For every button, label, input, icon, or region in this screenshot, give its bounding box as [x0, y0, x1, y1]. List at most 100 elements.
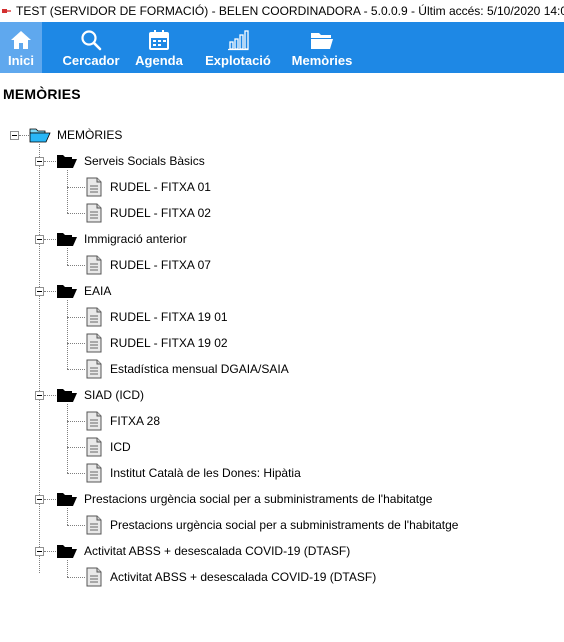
- tree-line: [44, 291, 56, 292]
- document-icon: [86, 203, 102, 223]
- tree-folder-node[interactable]: Serveis Socials Bàsics: [56, 148, 205, 174]
- tree-folder-label: SIAD (ICD): [84, 388, 144, 402]
- document-icon: [86, 333, 102, 353]
- tree-document-node[interactable]: Activitat ABSS + desescalada COVID-19 (D…: [86, 564, 376, 590]
- tree-document-node[interactable]: Prestacions urgència social per a submin…: [86, 512, 458, 538]
- cercador-button[interactable]: Cercador: [60, 22, 122, 73]
- tree-document-label: Prestacions urgència social per a submin…: [110, 518, 459, 532]
- memories-button[interactable]: Memòries: [286, 22, 358, 73]
- document-icon: [86, 411, 102, 431]
- tree-line: [67, 343, 85, 344]
- open-folder-icon: [57, 389, 77, 402]
- open-folder-icon: [57, 285, 77, 298]
- tree-folder-node[interactable]: Activitat ABSS + desescalada COVID-19 (D…: [56, 538, 350, 564]
- collapse-toggle-root[interactable]: [10, 131, 19, 140]
- tree-line: [67, 404, 68, 473]
- tree-document-label: Activitat ABSS + desescalada COVID-19 (D…: [110, 570, 377, 584]
- tree-line: [67, 317, 85, 318]
- home-icon: [9, 28, 33, 52]
- tree-folder-label: Immigració anterior: [84, 232, 187, 246]
- open-folder-icon: [57, 155, 77, 168]
- collapse-toggle-group[interactable]: [35, 287, 44, 296]
- open-folder-icon: [57, 233, 77, 246]
- agenda-label: Agenda: [135, 53, 183, 68]
- tree-line: [67, 473, 85, 474]
- cercador-label: Cercador: [62, 53, 120, 68]
- tree-line: [67, 369, 85, 370]
- app-icon: [2, 7, 12, 15]
- tree-document-label: ICD: [110, 440, 131, 454]
- open-folder-icon: [57, 545, 77, 558]
- folder-icon: [310, 28, 334, 52]
- tree-document-node[interactable]: Estadística mensual DGAIA/SAIA: [86, 356, 289, 382]
- document-icon: [86, 359, 102, 379]
- tree-folder-node[interactable]: Immigració anterior: [56, 226, 187, 252]
- document-icon: [86, 567, 102, 587]
- tree-root-label: MEMÒRIES: [57, 128, 123, 142]
- tree-line-root: [39, 144, 40, 573]
- open-folder-icon: [29, 128, 51, 143]
- document-icon: [86, 177, 102, 197]
- tree-document-label: FITXA 28: [110, 414, 161, 428]
- explotacio-button[interactable]: Explotació: [202, 22, 274, 73]
- tree-document-label: RUDEL - FITXA 02: [110, 206, 211, 220]
- calendar-icon: [147, 28, 171, 52]
- tree-line: [44, 239, 56, 240]
- tree-folder-label: Serveis Socials Bàsics: [84, 154, 205, 168]
- memories-tree: MEMÒRIES Serveis Socials Bàsics RUDEL - …: [0, 122, 564, 602]
- collapse-toggle-group[interactable]: [35, 235, 44, 244]
- tree-document-node[interactable]: RUDEL - FITXA 02: [86, 200, 211, 226]
- tree-line: [44, 551, 56, 552]
- tree-document-node[interactable]: RUDEL - FITXA 19 02: [86, 330, 228, 356]
- tree-line: [44, 161, 56, 162]
- main-toolbar: Inici Cercador Agenda Explotació Memòrie…: [0, 22, 564, 73]
- tree-line: [67, 525, 85, 526]
- tree-document-label: RUDEL - FITXA 19 01: [110, 310, 228, 324]
- inici-label: Inici: [7, 53, 34, 68]
- title-bar: TEST (SERVIDOR DE FORMACIÓ) - BELEN COOR…: [0, 0, 564, 22]
- tree-folder-label: Activitat ABSS + desescalada COVID-19 (D…: [84, 544, 351, 558]
- tree-document-label: RUDEL - FITXA 19 02: [110, 336, 228, 350]
- tree-document-node[interactable]: ICD: [86, 434, 131, 460]
- tree-line: [67, 577, 85, 578]
- tree-document-label: Estadística mensual DGAIA/SAIA: [110, 362, 289, 376]
- collapse-toggle-group[interactable]: [35, 157, 44, 166]
- window-title: TEST (SERVIDOR DE FORMACIÓ) - BELEN COOR…: [16, 4, 564, 18]
- tree-line: [44, 395, 56, 396]
- tree-line: [67, 300, 68, 369]
- tree-folder-label: Prestacions urgència social per a submin…: [84, 492, 433, 506]
- collapse-toggle-group[interactable]: [35, 547, 44, 556]
- tree-line: [67, 170, 68, 213]
- document-icon: [86, 255, 102, 275]
- tree-line: [19, 135, 29, 136]
- tree-line: [67, 265, 85, 266]
- tree-line: [67, 187, 85, 188]
- document-icon: [86, 437, 102, 457]
- search-icon: [79, 28, 103, 52]
- tree-document-node[interactable]: RUDEL - FITXA 01: [86, 174, 211, 200]
- tree-folder-node[interactable]: SIAD (ICD): [56, 382, 144, 408]
- tree-line: [44, 499, 56, 500]
- collapse-toggle-group[interactable]: [35, 391, 44, 400]
- collapse-toggle-group[interactable]: [35, 495, 44, 504]
- tree-document-label: RUDEL - FITXA 01: [110, 180, 211, 194]
- open-folder-icon: [57, 493, 77, 506]
- tree-line: [67, 421, 85, 422]
- tree-document-node[interactable]: RUDEL - FITXA 07: [86, 252, 211, 278]
- memories-label: Memòries: [291, 53, 353, 68]
- tree-document-label: Institut Català de les Dones: Hipàtia: [110, 466, 301, 480]
- tree-folder-node[interactable]: EAIA: [56, 278, 111, 304]
- tree-line: [67, 213, 85, 214]
- agenda-button[interactable]: Agenda: [130, 22, 188, 73]
- document-icon: [86, 515, 102, 535]
- tree-folder-node[interactable]: Prestacions urgència social per a submin…: [56, 486, 432, 512]
- inici-button[interactable]: Inici: [0, 22, 42, 73]
- tree-document-node[interactable]: Institut Català de les Dones: Hipàtia: [86, 460, 301, 486]
- tree-document-label: RUDEL - FITXA 07: [110, 258, 211, 272]
- tree-folder-label: EAIA: [84, 284, 112, 298]
- tree-document-node[interactable]: RUDEL - FITXA 19 01: [86, 304, 228, 330]
- explotacio-label: Explotació: [205, 53, 271, 68]
- bar-chart-icon: [226, 28, 250, 52]
- tree-document-node[interactable]: FITXA 28: [86, 408, 160, 434]
- tree-root-node[interactable]: MEMÒRIES: [29, 122, 122, 148]
